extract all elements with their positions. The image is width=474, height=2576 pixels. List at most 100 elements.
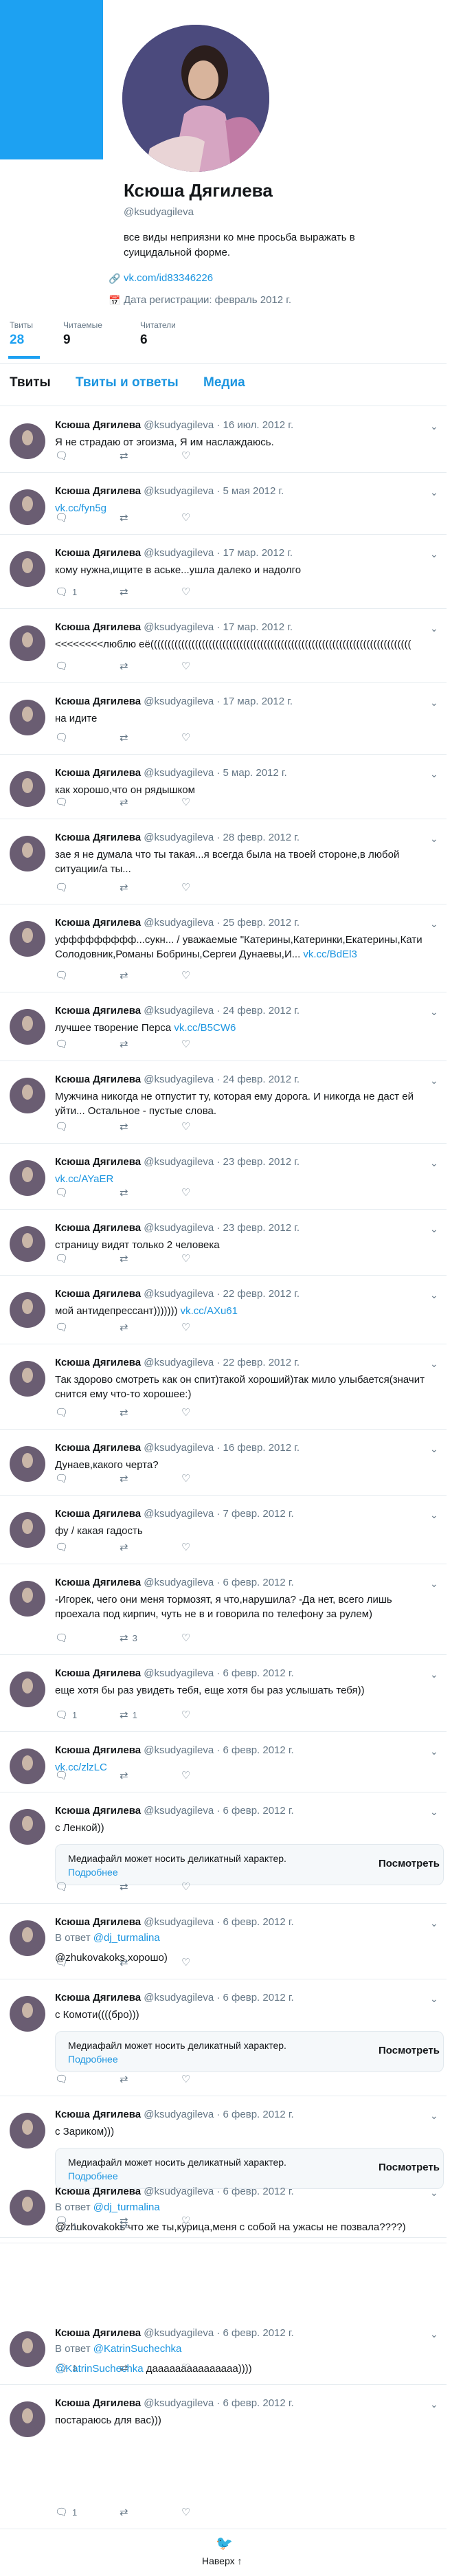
tweet[interactable]: Ксюша Дягилева @ksudyagileva · 23 февр. … bbox=[0, 1144, 447, 1210]
avatar[interactable] bbox=[10, 1292, 45, 1328]
heart-action[interactable]: ♡ bbox=[181, 1186, 194, 1199]
avatar[interactable] bbox=[10, 423, 45, 459]
tweet-author-name[interactable]: Ксюша Дягилева bbox=[55, 1744, 141, 1756]
profile-link[interactable]: 🔗 vk.com/id83346226 bbox=[109, 272, 213, 284]
chevron-down-icon[interactable]: ⌄ bbox=[430, 1669, 438, 1680]
chevron-down-icon[interactable]: ⌄ bbox=[430, 2110, 438, 2122]
heart-icon[interactable]: ♡ bbox=[181, 1632, 190, 1644]
tweet-meta[interactable]: @ksudyagileva · 23 февр. 2012 г. bbox=[144, 1222, 300, 1234]
reply-action[interactable]: 🗨 bbox=[55, 660, 72, 672]
avatar[interactable] bbox=[10, 700, 45, 735]
tweet[interactable]: Ксюша Дягилева @ksudyagileva · 22 февр. … bbox=[0, 1344, 447, 1430]
retweet-icon[interactable]: ⇄ bbox=[120, 797, 128, 808]
retweet-action[interactable]: ⇄ bbox=[120, 1186, 133, 1199]
tweet-meta[interactable]: @ksudyagileva · 6 февр. 2012 г. bbox=[144, 2397, 293, 2409]
heart-icon[interactable]: ♡ bbox=[181, 2507, 190, 2518]
chevron-down-icon[interactable]: ⌄ bbox=[430, 1223, 438, 1235]
heart-action[interactable]: ♡ bbox=[181, 1252, 194, 1265]
retweet-action[interactable]: ⇄ bbox=[120, 1120, 133, 1133]
tweet-author-name[interactable]: Ксюша Дягилева bbox=[55, 419, 141, 431]
reply-icon[interactable]: 🗨 bbox=[55, 1253, 68, 1265]
tweet[interactable]: Ксюша Дягилева @ksudyagileva · 6 февр. 2… bbox=[0, 2315, 447, 2385]
retweet-action[interactable]: ⇄ bbox=[120, 449, 133, 462]
tweet-author-name[interactable]: Ксюша Дягилева bbox=[55, 1357, 141, 1368]
reply-icon[interactable]: 🗨 bbox=[55, 1322, 68, 1333]
tweet-author-name[interactable]: Ксюша Дягилева bbox=[55, 1156, 141, 1168]
heart-icon[interactable]: ♡ bbox=[181, 882, 190, 893]
tweet-author-name[interactable]: Ксюша Дягилева bbox=[55, 1667, 141, 1679]
reply-action[interactable]: 🗨 bbox=[55, 1252, 72, 1265]
reply-icon[interactable]: 🗨 bbox=[55, 1407, 68, 1419]
reply-action[interactable]: 🗨 bbox=[55, 969, 72, 981]
retweet-action[interactable]: ⇄ bbox=[120, 1321, 133, 1333]
retweet-action[interactable]: ⇄ bbox=[120, 1769, 133, 1781]
heart-icon[interactable]: ♡ bbox=[181, 1542, 190, 1553]
tweet-author-name[interactable]: Ксюша Дягилева bbox=[55, 1005, 141, 1017]
reply-icon[interactable]: 🗨 bbox=[55, 1542, 68, 1553]
chevron-down-icon[interactable]: ⌄ bbox=[430, 1157, 438, 1169]
retweet-icon[interactable]: ⇄ bbox=[120, 970, 128, 981]
tweet-author-name[interactable]: Ксюша Дягилева bbox=[55, 696, 141, 707]
reply-action[interactable]: 🗨 bbox=[55, 731, 72, 744]
heart-action[interactable]: ♡ bbox=[181, 1541, 194, 1553]
reply-action[interactable]: 🗨 bbox=[55, 1541, 72, 1553]
tweet-meta[interactable]: @ksudyagileva · 5 мар. 2012 г. bbox=[144, 767, 286, 779]
heart-icon[interactable]: ♡ bbox=[181, 970, 190, 981]
tweet-author-name[interactable]: Ксюша Дягилева bbox=[55, 2327, 141, 2339]
retweet-action[interactable]: ⇄ bbox=[120, 881, 133, 893]
chevron-down-icon[interactable]: ⌄ bbox=[430, 1918, 438, 1929]
retweet-action[interactable]: ⇄ bbox=[120, 1038, 133, 1050]
retweet-icon[interactable]: ⇄ bbox=[120, 2221, 128, 2232]
view-media-button[interactable]: Посмотреть bbox=[379, 2045, 440, 2056]
retweet-icon[interactable]: ⇄ bbox=[120, 2074, 128, 2085]
stat-following[interactable]: Читаемые 9 bbox=[63, 320, 102, 348]
avatar[interactable] bbox=[10, 1672, 45, 1707]
tweet[interactable]: Ксюша Дягилева @ksudyagileva · 6 февр. 2… bbox=[0, 1792, 447, 1904]
tweet[interactable]: Ксюша Дягилева @ksudyagileva · 6 февр. 2… bbox=[0, 1904, 447, 1979]
reply-icon[interactable]: 🗨 bbox=[55, 2074, 68, 2085]
retweet-action[interactable]: ⇄ bbox=[120, 1472, 133, 1485]
reply-icon[interactable]: 🗨 bbox=[55, 1881, 68, 1893]
avatar[interactable] bbox=[10, 1361, 45, 1397]
tweet-meta[interactable]: @ksudyagileva · 6 февр. 2012 г. bbox=[144, 2109, 293, 2120]
avatar[interactable] bbox=[10, 489, 45, 525]
retweet-action[interactable]: ⇄ bbox=[120, 2073, 133, 2085]
avatar[interactable] bbox=[10, 1160, 45, 1196]
heart-action[interactable]: ♡ bbox=[181, 1406, 194, 1419]
tweet-meta[interactable]: @ksudyagileva · 24 февр. 2012 г. bbox=[144, 1005, 300, 1017]
chevron-down-icon[interactable]: ⌄ bbox=[430, 623, 438, 634]
view-media-button[interactable]: Посмотреть bbox=[379, 2162, 440, 2173]
tweet[interactable]: Ксюша Дягилева @ksudyagileva · 17 мар. 2… bbox=[0, 535, 447, 609]
reply-action[interactable]: 🗨 bbox=[55, 1956, 72, 1968]
heart-icon[interactable]: ♡ bbox=[181, 2221, 190, 2232]
retweet-action[interactable]: ⇄ bbox=[120, 660, 133, 672]
tweet-meta[interactable]: @ksudyagileva · 25 февр. 2012 г. bbox=[144, 917, 300, 929]
reply-action[interactable]: 🗨 bbox=[55, 1038, 72, 1050]
retweet-icon[interactable]: ⇄ bbox=[120, 1187, 128, 1199]
chevron-down-icon[interactable]: ⌄ bbox=[430, 487, 438, 498]
chevron-down-icon[interactable]: ⌄ bbox=[430, 768, 438, 780]
heart-icon[interactable]: ♡ bbox=[181, 1957, 190, 1968]
retweet-icon[interactable]: ⇄ bbox=[120, 1253, 128, 1265]
tweet[interactable]: Ксюша Дягилева @ksudyagileva · 5 мая 201… bbox=[0, 473, 447, 535]
reply-action[interactable]: 🗨 bbox=[55, 1186, 72, 1199]
chevron-down-icon[interactable]: ⌄ bbox=[430, 1993, 438, 2005]
reply-action[interactable]: 🗨 bbox=[55, 1120, 72, 1133]
reply-icon[interactable]: 🗨 bbox=[55, 732, 68, 744]
retweet-icon[interactable]: ⇄ bbox=[120, 1957, 128, 1968]
heart-icon[interactable]: ♡ bbox=[181, 660, 190, 672]
avatar[interactable] bbox=[10, 1009, 45, 1045]
tweet[interactable]: Ксюша Дягилева @ksudyagileva · 17 мар. 2… bbox=[0, 609, 447, 683]
tweet[interactable]: Ксюша Дягилева @ksudyagileva · 6 февр. 2… bbox=[0, 1979, 447, 2096]
reply-icon[interactable]: 🗨 bbox=[55, 586, 68, 598]
tweet[interactable]: Ксюша Дягилева @ksudyagileva · 24 февр. … bbox=[0, 992, 447, 1061]
avatar[interactable] bbox=[10, 1581, 45, 1617]
tweet-link[interactable]: vk.cc/B5CW6 bbox=[174, 1022, 236, 1034]
reply-action[interactable]: 🗨 bbox=[55, 881, 72, 893]
learn-more-link[interactable]: Подробнее bbox=[68, 2054, 118, 2065]
tweet-author-name[interactable]: Ксюша Дягилева bbox=[55, 485, 141, 497]
tab-tweets-replies[interactable]: Твиты и ответы bbox=[76, 375, 179, 390]
heart-action[interactable]: ♡ bbox=[181, 2506, 194, 2518]
retweet-icon[interactable]: ⇄ bbox=[120, 1542, 128, 1553]
chevron-down-icon[interactable]: ⌄ bbox=[430, 2187, 438, 2199]
